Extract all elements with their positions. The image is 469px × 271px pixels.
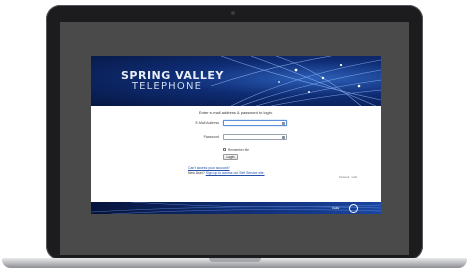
signup-link[interactable]: Sign up to access our Self Service site. (206, 171, 265, 175)
trackpad-notch (209, 258, 261, 262)
powered-by: Powered · Calix (339, 176, 358, 179)
webcam-icon (231, 11, 235, 15)
cant-access-text[interactable]: Can't access your account? (188, 166, 230, 170)
remember-me-checkbox[interactable] (223, 148, 226, 151)
email-field[interactable] (223, 120, 287, 126)
cant-access-link[interactable]: Can't access your account? (188, 166, 230, 170)
login-form: Enter e-mail address & password to login… (91, 106, 381, 204)
login-page: SPRING VALLEY TELEPHONE Enter e-mail add… (91, 56, 381, 214)
partner-name: Calix (332, 206, 340, 210)
key-icon (282, 135, 285, 139)
password-label: Password (203, 134, 219, 139)
fiber-strand (270, 89, 381, 106)
new-user-line: New User? Sign up to access our Self Ser… (188, 171, 265, 175)
fiber-strand (210, 56, 332, 87)
fiber-light (308, 91, 310, 93)
login-instructions: Enter e-mail address & password to login… (198, 110, 274, 115)
new-user-prefix: New User? (188, 171, 205, 175)
laptop-screen: SPRING VALLEY TELEPHONE Enter e-mail add… (60, 22, 409, 255)
fiber-light (278, 81, 280, 83)
fiber-strand (275, 56, 362, 106)
email-label: E-Mail Address (195, 120, 219, 125)
login-button[interactable]: Login (223, 154, 238, 160)
fiber-light (357, 84, 361, 88)
header-banner: SPRING VALLEY TELEPHONE (91, 56, 381, 106)
id-card-icon (282, 121, 285, 125)
fiber-strand (255, 79, 381, 106)
fiber-light (294, 68, 298, 72)
fiber-light (321, 76, 325, 80)
footer-banner: Calix (91, 202, 381, 214)
fiber-strand (110, 209, 381, 214)
fiber-strand (130, 202, 381, 208)
circle-logo-icon[interactable] (349, 203, 358, 213)
fiber-light (339, 63, 343, 67)
fiber-strand (220, 56, 381, 101)
brand-subtitle: TELEPHONE (131, 81, 203, 92)
password-field[interactable] (223, 134, 287, 140)
laptop-lid: SPRING VALLEY TELEPHONE Enter e-mail add… (46, 5, 423, 260)
laptop-base (2, 258, 467, 268)
fiber-strand (240, 69, 381, 106)
remember-me-label: Remember Me (228, 147, 250, 152)
